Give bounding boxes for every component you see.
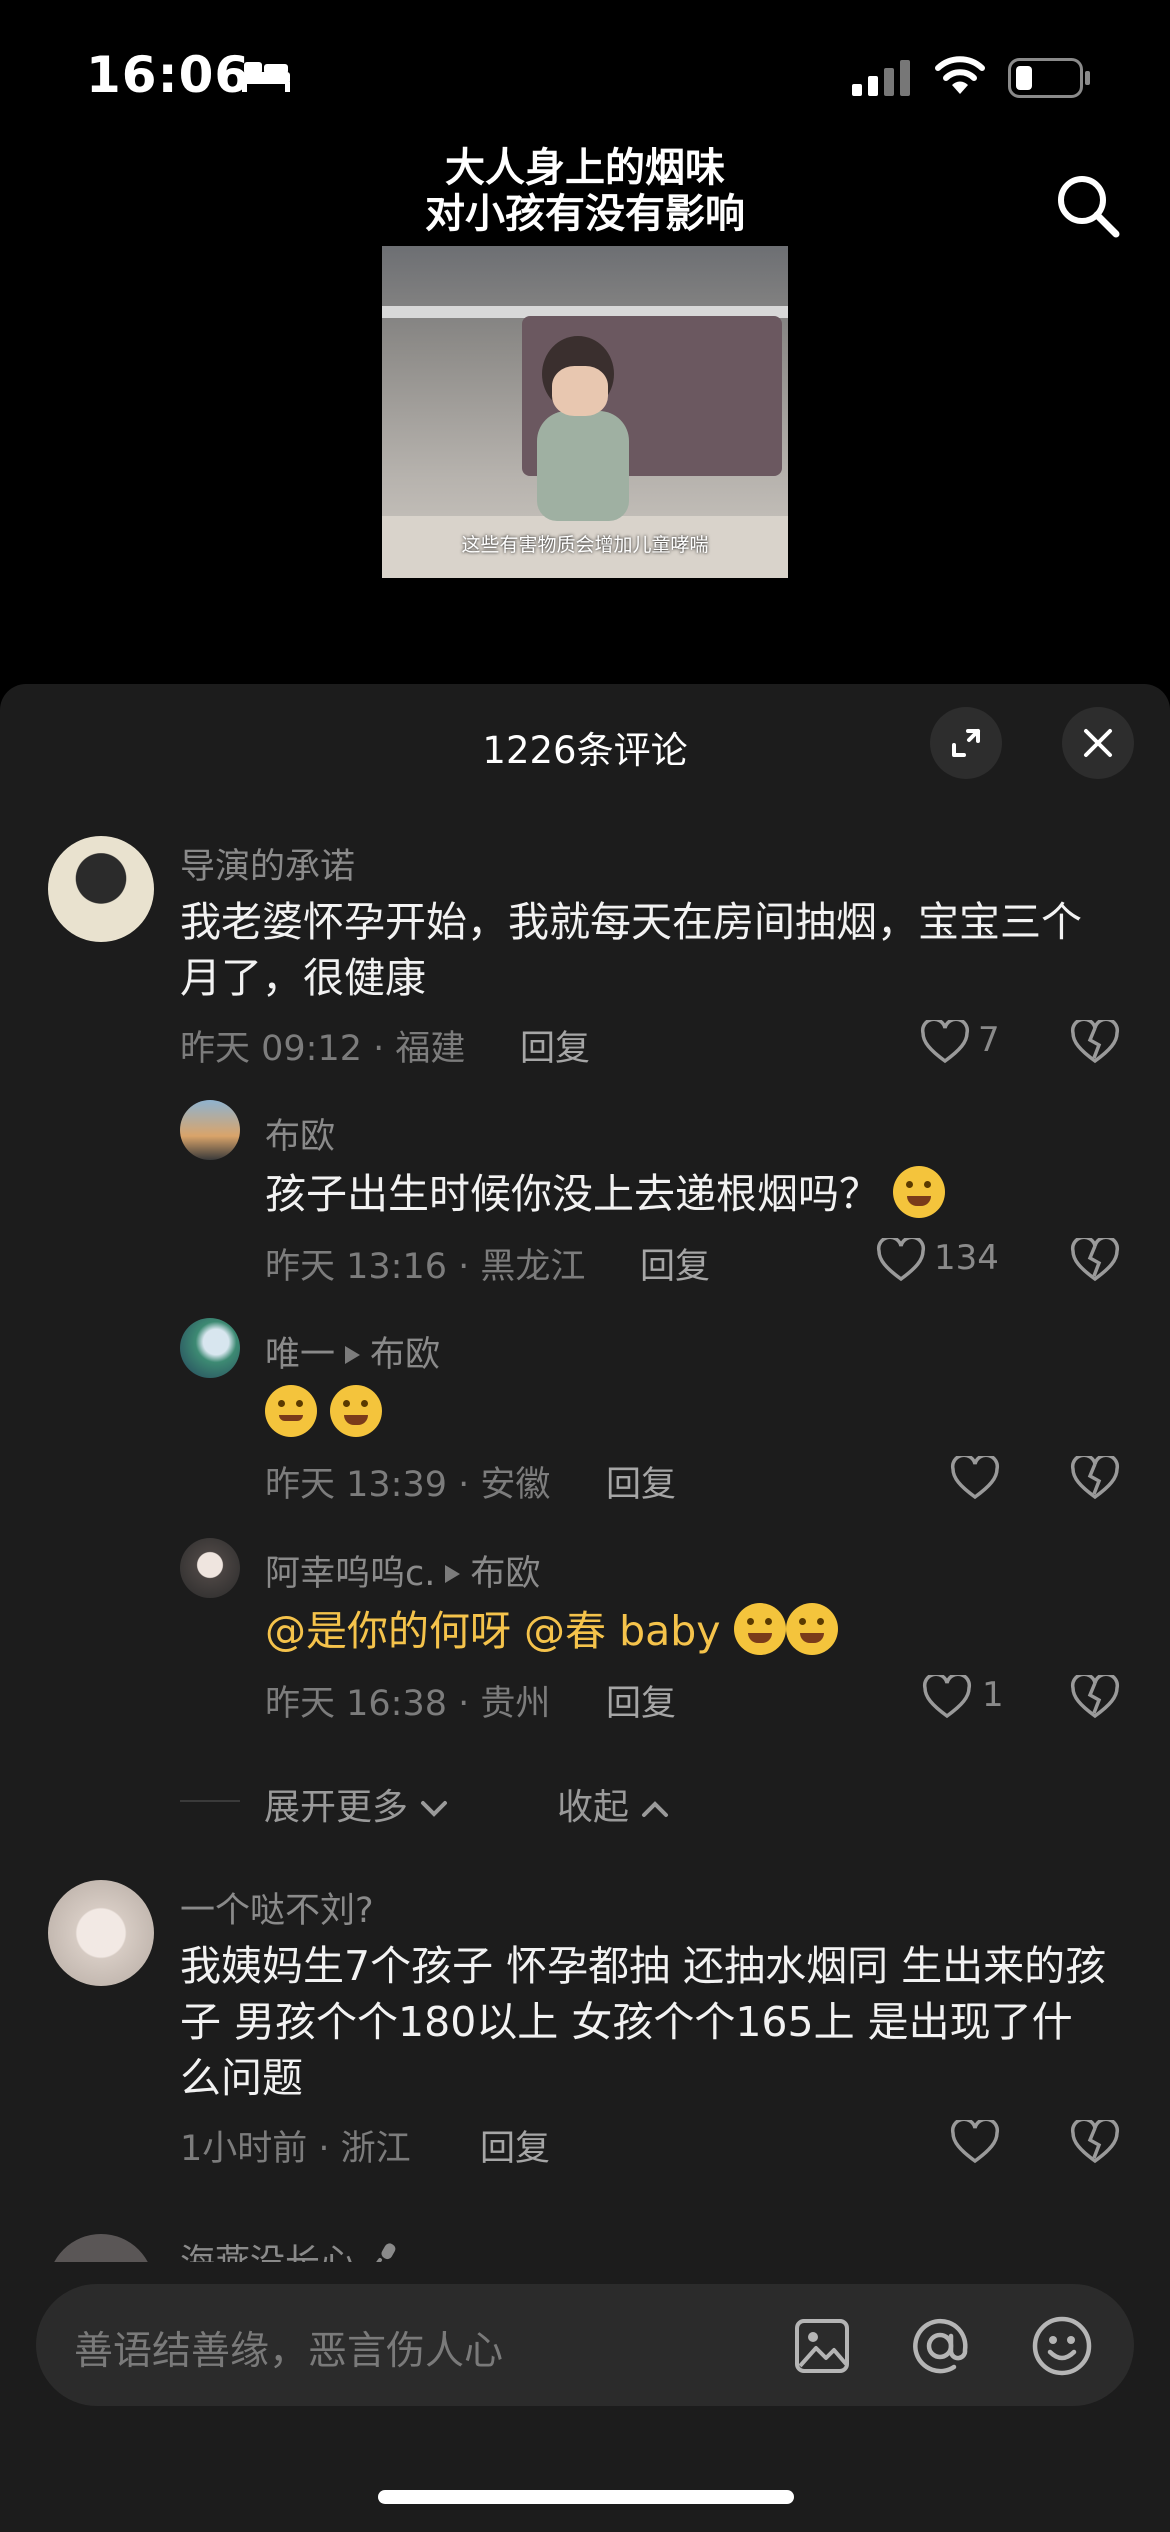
collapse-label: 收起 xyxy=(557,1787,630,1828)
broken-heart-icon[interactable] xyxy=(1070,1238,1120,1282)
rofl-emoji-icon xyxy=(330,1385,383,1437)
comment-username[interactable]: 导演的承诺 xyxy=(180,838,355,889)
reply-author: 唯一 xyxy=(265,1335,336,1375)
mention-link[interactable]: @是你的何呀 xyxy=(265,1607,511,1655)
reply-text[interactable]: 孩子出生时候你没上去递根烟吗？ xyxy=(265,1166,1105,1222)
child-figure-face xyxy=(552,366,608,416)
emoji-icon[interactable] xyxy=(1030,2314,1094,2378)
reply-meta: 昨天 13:16 · 黑龙江 xyxy=(265,1247,586,1287)
avatar[interactable] xyxy=(180,1100,240,1160)
thread-divider xyxy=(180,1800,240,1802)
comment-input-placeholder[interactable]: 善语结善缘，恶言伤人心 xyxy=(74,2320,503,2376)
crying-laughing-emoji-icon xyxy=(893,1166,946,1218)
reply-target: 布欧 xyxy=(470,1554,541,1594)
reply-target: 布欧 xyxy=(370,1335,441,1375)
image-icon[interactable] xyxy=(792,2316,852,2376)
home-indicator[interactable] xyxy=(378,2490,794,2504)
expand-icon xyxy=(952,729,980,757)
reply-username[interactable]: 阿幸呜呜c. 布欧 xyxy=(265,1545,540,1596)
avatar[interactable] xyxy=(48,836,154,942)
video-title-line-1: 大人身上的烟味 xyxy=(445,145,725,191)
heart-icon[interactable] xyxy=(922,1675,972,1719)
reply-button[interactable]: 回复 xyxy=(606,1675,676,1726)
bed-icon xyxy=(242,62,290,92)
rofl-emoji-icon xyxy=(733,1603,786,1655)
broken-heart-icon[interactable] xyxy=(1070,1456,1120,1500)
chevron-down-icon xyxy=(421,1801,448,1817)
avatar[interactable] xyxy=(180,1538,240,1598)
heart-icon[interactable] xyxy=(876,1238,926,1282)
reply-button[interactable]: 回复 xyxy=(480,2120,550,2171)
reply-text[interactable] xyxy=(265,1385,1105,1441)
comment-meta: 昨天 09:12 · 福建 xyxy=(180,1029,466,1069)
smirk-emoji-icon xyxy=(265,1385,317,1437)
expand-more-label: 展开更多 xyxy=(264,1787,409,1828)
signal-icon xyxy=(852,60,910,96)
reply-arrow-icon xyxy=(345,1346,361,1364)
reply-meta: 昨天 13:39 · 安徽 xyxy=(265,1465,551,1505)
video-title-line-2: 对小孩有没有影响 xyxy=(425,191,745,237)
reply-username[interactable]: 唯一 布欧 xyxy=(265,1326,440,1377)
rofl-emoji-icon xyxy=(785,1603,838,1655)
collapse-button[interactable]: 收起 xyxy=(557,1778,670,1830)
child-figure-body xyxy=(537,411,629,521)
video-title: 大人身上的烟味 对小孩有没有影响 xyxy=(330,145,840,237)
search-icon[interactable] xyxy=(1052,170,1122,240)
reply-button[interactable]: 回复 xyxy=(640,1238,710,1289)
mention-link[interactable]: @春 baby xyxy=(524,1607,720,1655)
close-icon xyxy=(1084,729,1112,757)
like-count: 134 xyxy=(934,1238,999,1278)
comment-text[interactable]: 我姨妈生7个孩子 怀孕都抽 还抽水烟同 生出来的孩子 男孩个个180以上 女孩个… xyxy=(180,1938,1110,2106)
status-bar: 16:06 xyxy=(0,0,1170,150)
battery-icon xyxy=(1008,58,1090,98)
video-thumbnail[interactable]: 这些有害物质会增加儿童哮喘 xyxy=(382,246,788,578)
chevron-up-icon xyxy=(642,1801,669,1817)
wifi-icon xyxy=(935,56,985,94)
close-button[interactable] xyxy=(1062,707,1134,779)
expand-button[interactable] xyxy=(930,707,1002,779)
broken-heart-icon[interactable] xyxy=(1070,2120,1120,2164)
reply-username[interactable]: 布欧 xyxy=(265,1108,335,1159)
reply-text-content: 孩子出生时候你没上去递根烟吗？ xyxy=(265,1170,880,1218)
like-count: 7 xyxy=(978,1020,1000,1060)
at-mention-icon[interactable] xyxy=(908,2314,972,2378)
status-time: 16:06 xyxy=(86,46,251,104)
comment-username[interactable]: 一个哒不刘? xyxy=(180,1882,374,1933)
heart-icon[interactable] xyxy=(950,1456,1000,1500)
reply-button[interactable]: 回复 xyxy=(520,1020,590,1071)
reply-button[interactable]: 回复 xyxy=(606,1456,676,1507)
reply-arrow-icon xyxy=(445,1565,461,1583)
reply-meta: 昨天 16:38 · 贵州 xyxy=(265,1684,551,1724)
heart-icon[interactable] xyxy=(950,2120,1000,2164)
expand-more-button[interactable]: 展开更多 xyxy=(264,1778,449,1830)
comment-meta: 1小时前 · 浙江 xyxy=(180,2129,411,2169)
reply-text[interactable]: @是你的何呀 @春 baby xyxy=(265,1603,1105,1659)
heart-icon[interactable] xyxy=(920,1020,970,1064)
reply-author: 阿幸呜呜c. xyxy=(265,1554,436,1594)
broken-heart-icon[interactable] xyxy=(1070,1675,1120,1719)
broken-heart-icon[interactable] xyxy=(1070,1020,1120,1064)
avatar[interactable] xyxy=(180,1318,240,1378)
avatar[interactable] xyxy=(48,1880,154,1986)
comment-text[interactable]: 我老婆怀孕开始，我就每天在房间抽烟，宝宝三个月了，很健康 xyxy=(180,894,1100,1006)
video-caption: 这些有害物质会增加儿童哮喘 xyxy=(461,534,709,556)
like-count: 1 xyxy=(982,1675,1004,1715)
